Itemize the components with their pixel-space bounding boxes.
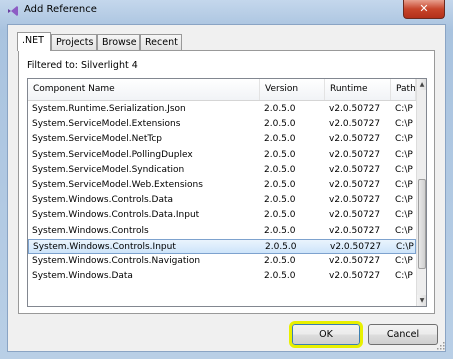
cell-runtime: v2.0.50727 — [329, 210, 381, 221]
tab-dotnet[interactable]: .NET — [17, 32, 51, 51]
cell-version: 2.0.5.0 — [264, 210, 296, 221]
cell-runtime: v2.0.50727 — [329, 271, 381, 282]
cell-component-name: System.Windows.Controls.Data — [32, 195, 174, 206]
cancel-button[interactable]: Cancel — [368, 324, 438, 345]
cell-runtime: v2.0.50727 — [329, 119, 381, 130]
add-reference-dialog: Add Reference ✕ .NET Projects Browse Rec… — [0, 0, 453, 359]
dialog-body: .NET Projects Browse Recent Filtered to:… — [7, 24, 446, 352]
cell-path: C:\P — [395, 164, 413, 175]
cell-path: C:\P — [395, 256, 413, 266]
cell-component-name: System.Windows.Controls — [32, 225, 149, 236]
vertical-scrollbar[interactable]: ▲ ▼ — [416, 79, 426, 306]
cell-version: 2.0.5.0 — [264, 271, 296, 282]
cell-component-name: System.Windows.Data — [32, 271, 133, 282]
table-row[interactable]: System.Windows.Data 2.0.5.0 v2.0.50727 C:\P — [28, 269, 416, 284]
table-row[interactable]: System.Runtime.Serialization.Json 2.0.5.0… — [28, 102, 416, 117]
table-row[interactable]: System.ServiceModel.Extensions 2.0.5.0 v2.… — [28, 117, 416, 132]
table-row-selected[interactable]: System.Windows.Controls.Input 2.0.5.0 v2.0… — [28, 238, 416, 254]
table-row[interactable]: System.Windows.Controls.Navigation 2.0.5.… — [28, 254, 416, 269]
cell-runtime: v2.0.50727 — [329, 225, 381, 236]
cell-runtime: v2.0.50727 — [329, 134, 381, 145]
cell-component-name: System.ServiceModel.Extensions — [32, 119, 181, 130]
column-header-path[interactable]: Path — [391, 79, 416, 100]
cell-version: 2.0.5.0 — [264, 134, 296, 145]
table-row[interactable]: System.ServiceModel.NetTcp 2.0.5.0 v2.0.50… — [28, 132, 416, 147]
cell-version: 2.0.5.0 — [264, 164, 296, 175]
tab-panel: Filtered to: Silverlight 4 Component Nam… — [18, 50, 435, 314]
filter-label: Filtered to: Silverlight 4 — [27, 60, 138, 71]
component-list[interactable]: Component Name Version Runtime Path Syst… — [27, 78, 427, 307]
cell-version: 2.0.5.0 — [264, 180, 296, 190]
cell-runtime: v2.0.50727 — [329, 164, 381, 175]
table-row[interactable]: System.Windows.Controls.Data.Input 2.0.5.… — [28, 208, 416, 223]
table-row[interactable]: System.ServiceModel.PollingDuplex 2.0.5.0… — [28, 148, 416, 163]
cell-component-name: System.Windows.Controls.Data.Input — [32, 210, 200, 221]
cell-runtime: v2.0.50727 — [329, 256, 381, 266]
cell-version: 2.0.5.0 — [264, 119, 296, 130]
title-bar[interactable]: Add Reference ✕ — [0, 0, 453, 22]
cell-version: 2.0.5.0 — [264, 149, 296, 160]
column-header-version[interactable]: Version — [260, 79, 325, 100]
column-header-runtime[interactable]: Runtime — [325, 79, 391, 100]
cell-component-name: System.ServiceModel.NetTcp — [32, 134, 162, 145]
cell-version: 2.0.5.0 — [264, 195, 296, 206]
scrollbar-thumb[interactable] — [418, 179, 426, 269]
cell-path: C:\P — [395, 225, 413, 236]
cell-version: 2.0.5.0 — [264, 104, 296, 114]
scroll-up-arrow-icon[interactable]: ▲ — [417, 79, 426, 90]
ok-button[interactable]: OK — [289, 321, 363, 348]
tab-projects[interactable]: Projects — [51, 34, 97, 50]
cell-version: 2.0.5.0 — [265, 241, 297, 252]
cell-component-name: System.ServiceModel.Web.Extensions — [32, 180, 203, 190]
visual-studio-icon — [8, 6, 18, 16]
cell-component-name: System.Windows.Controls.Navigation — [32, 256, 201, 266]
dialog-title: Add Reference — [24, 4, 97, 15]
close-button[interactable]: ✕ — [403, 0, 445, 19]
cell-runtime: v2.0.50727 — [330, 241, 382, 252]
cell-path: C:\P — [395, 149, 413, 160]
cell-runtime: v2.0.50727 — [329, 104, 381, 114]
cell-runtime: v2.0.50727 — [329, 149, 381, 160]
cell-component-name: System.Runtime.Serialization.Json — [32, 104, 186, 114]
cell-path: C:\P — [395, 119, 413, 130]
cell-runtime: v2.0.50727 — [329, 195, 381, 206]
cell-path: C:\P — [395, 104, 413, 114]
cell-component-name: System.Windows.Controls.Input — [33, 241, 176, 252]
cell-path: C:\P — [395, 134, 413, 145]
cell-version: 2.0.5.0 — [264, 256, 296, 266]
table-row[interactable]: System.ServiceModel.Syndication 2.0.5.0 v2… — [28, 163, 416, 178]
cell-path: C:\P — [395, 271, 413, 282]
tab-browse[interactable]: Browse — [97, 34, 140, 50]
tab-recent[interactable]: Recent — [140, 34, 182, 50]
cell-path: C:\P — [396, 241, 414, 252]
resize-grip-icon[interactable] — [436, 341, 445, 350]
table-row[interactable]: System.Windows.Controls 2.0.5.0 v2.0.50727… — [28, 224, 416, 239]
cell-path: C:\P — [395, 180, 413, 190]
cell-component-name: System.ServiceModel.Syndication — [32, 164, 185, 175]
table-row[interactable]: System.Windows.Controls.Data 2.0.5.0 v2.0.… — [28, 193, 416, 208]
cell-version: 2.0.5.0 — [264, 225, 296, 236]
cell-runtime: v2.0.50727 — [329, 180, 381, 190]
scroll-down-arrow-icon[interactable]: ▼ — [417, 295, 426, 306]
cell-component-name: System.ServiceModel.PollingDuplex — [32, 149, 193, 160]
list-header: Component Name Version Runtime Path — [28, 79, 416, 101]
cell-path: C:\P — [395, 195, 413, 206]
column-header-name[interactable]: Component Name — [28, 79, 260, 100]
table-row[interactable]: System.ServiceModel.Web.Extensions 2.0.5.… — [28, 178, 416, 193]
cell-path: C:\P — [395, 210, 413, 221]
